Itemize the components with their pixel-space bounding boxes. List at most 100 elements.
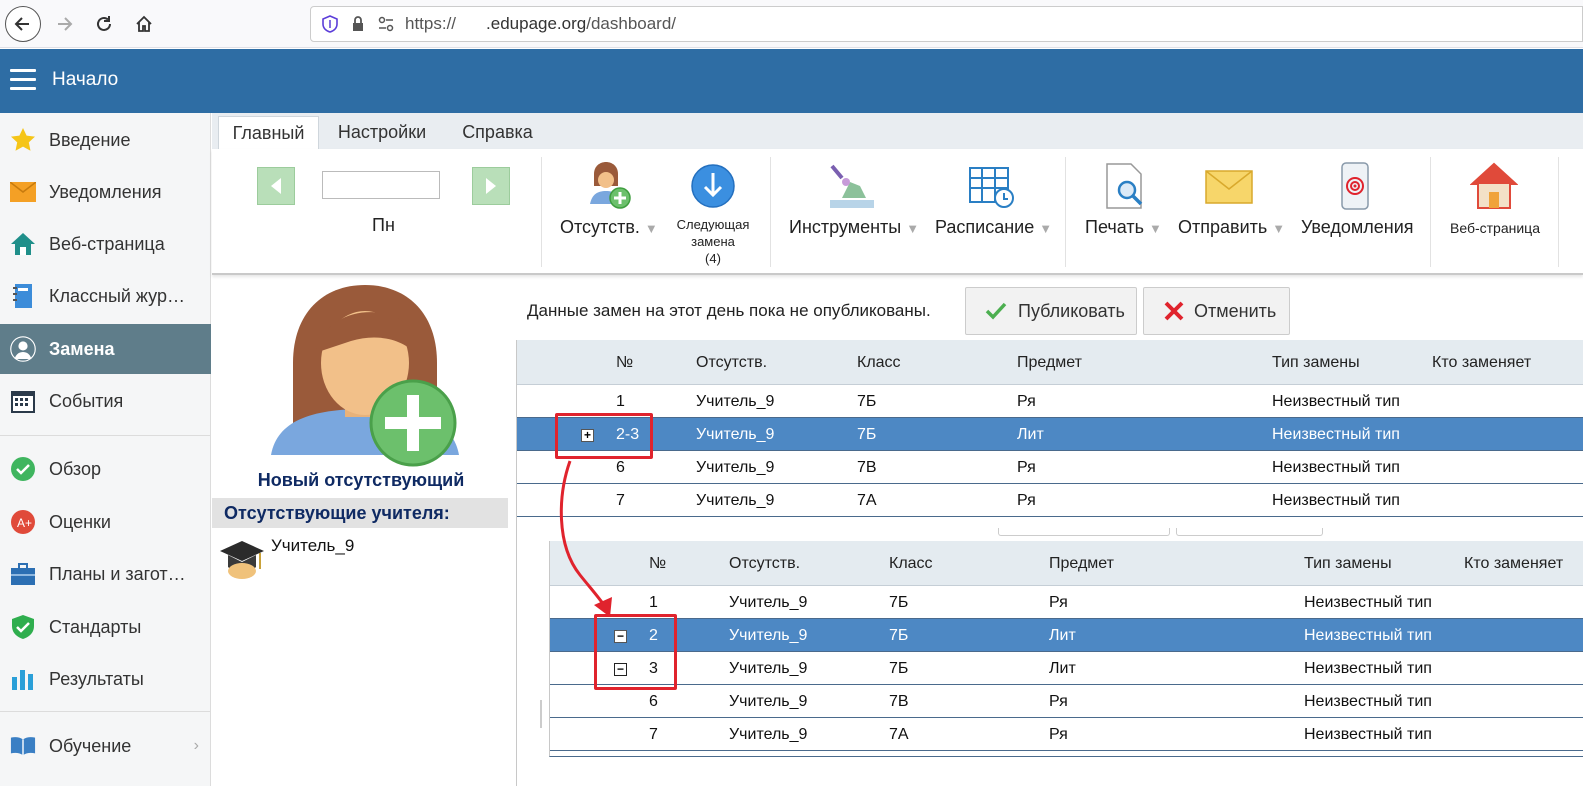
absent-teacher-item[interactable]: Учитель_9 xyxy=(216,533,506,583)
sidebar-item-label: Замена xyxy=(49,338,115,359)
cell-number: 1 xyxy=(616,393,625,410)
table-row[interactable]: 6 Учитель_9 7В Ря Неизвестный тип xyxy=(550,685,1583,718)
url-domain: .edupage.org xyxy=(486,14,587,33)
day-label: Пн xyxy=(372,215,395,235)
cancel-button[interactable]: Отменить xyxy=(1143,287,1290,335)
hidden-button-edge xyxy=(998,528,1170,536)
print-menu-button[interactable]: Печать ▼ xyxy=(1085,217,1162,238)
prev-day-button[interactable] xyxy=(257,167,295,205)
column-absent[interactable]: Отсутств. xyxy=(729,555,800,573)
cell-class: 7В xyxy=(857,459,877,476)
column-class[interactable]: Класс xyxy=(889,555,933,573)
arrow-right-icon xyxy=(486,178,496,194)
tools-icon[interactable] xyxy=(826,162,878,210)
book-icon xyxy=(10,733,36,759)
add-absent-icon[interactable] xyxy=(582,160,634,212)
webpage-house-icon[interactable] xyxy=(1470,162,1518,210)
notifications-ribbon-button[interactable]: Уведомления xyxy=(1301,217,1414,238)
tab-help[interactable]: Справка xyxy=(450,116,545,149)
table-row[interactable]: 7 Учитель_9 7А Ря Неизвестный тип xyxy=(517,484,1583,517)
annotation-box-merged-row xyxy=(555,413,653,459)
sidebar-item-notifications[interactable]: Уведомления xyxy=(0,167,211,217)
schedule-menu-button[interactable]: Расписание ▼ xyxy=(935,217,1052,238)
tab-settings[interactable]: Настройки xyxy=(327,116,437,149)
cell-absent: Учитель_9 xyxy=(729,627,808,644)
table-row[interactable]: 6 Учитель_9 7В Ря Неизвестный тип xyxy=(517,451,1583,484)
new-absent-avatar[interactable] xyxy=(263,283,463,473)
column-subject[interactable]: Предмет xyxy=(1017,354,1082,372)
permissions-icon xyxy=(378,16,394,32)
annotation-arrow xyxy=(559,460,612,617)
browser-toolbar: https:// .edupage.org/dashboard/ xyxy=(0,0,1583,48)
table-row[interactable]: 1 Учитель_9 7Б Ря Неизвестный тип xyxy=(517,385,1583,418)
absent-menu-button[interactable]: Отсутств. ▼ xyxy=(560,217,658,238)
cell-subject: Ря xyxy=(1017,492,1036,509)
column-number[interactable]: № xyxy=(649,555,666,573)
table-row[interactable]: 7 Учитель_9 7А Ря Неизвестный тип xyxy=(550,718,1583,751)
table-row[interactable]: − 3 Учитель_9 7Б Лит Неизвестный тип xyxy=(550,652,1583,685)
table-row-selected[interactable]: + 2-3 Учитель_9 7Б Лит Неизвестный тип xyxy=(517,418,1583,451)
ribbon-toolbar xyxy=(212,149,1583,275)
sidebar-divider xyxy=(0,435,211,436)
sidebar-item-intro[interactable]: Введение xyxy=(0,115,211,165)
substitutions-table: № Отсутств. Класс Предмет Тип замены Кто… xyxy=(516,340,1583,520)
cell-absent: Учитель_9 xyxy=(696,426,775,443)
scroll-edge xyxy=(540,700,542,728)
sidebar-item-standards[interactable]: Стандарты xyxy=(0,602,211,652)
schedule-icon[interactable] xyxy=(968,164,1016,210)
column-substitute[interactable]: Кто заменяет xyxy=(1464,555,1563,573)
column-type[interactable]: Тип замены xyxy=(1304,555,1392,573)
publish-label: Публиковать xyxy=(1018,300,1125,321)
svg-text:A+: A+ xyxy=(17,516,32,530)
sidebar-divider xyxy=(0,711,211,712)
publish-button[interactable]: Публиковать xyxy=(965,287,1137,335)
column-type[interactable]: Тип замены xyxy=(1272,354,1360,372)
url-path: /dashboard/ xyxy=(586,14,677,33)
column-absent[interactable]: Отсутств. xyxy=(696,354,767,372)
sidebar-item-webpage[interactable]: Веб-страница xyxy=(0,219,211,269)
sidebar-item-substitution[interactable]: Замена xyxy=(0,324,211,374)
table-row[interactable]: 1 Учитель_9 7Б Ря Неизвестный тип xyxy=(550,586,1583,619)
tools-menu-button[interactable]: Инструменты ▼ xyxy=(789,217,919,238)
cell-type: Неизвестный тип xyxy=(1272,426,1400,443)
next-substitution-icon[interactable] xyxy=(690,163,736,209)
grades-icon: A+ xyxy=(10,509,36,535)
sidebar-item-plans[interactable]: Планы и загот… xyxy=(0,549,211,599)
sidebar-item-overview[interactable]: Обзор xyxy=(0,444,211,494)
table-row-selected[interactable]: − 2 Учитель_9 7Б Лит Неизвестный тип xyxy=(550,619,1583,652)
cell-class: 7Б xyxy=(889,627,909,644)
ribbon-divider xyxy=(541,157,542,267)
sidebar-item-journal[interactable]: Классный жур… xyxy=(0,271,211,321)
dropdown-arrow-icon: ▼ xyxy=(644,221,658,236)
menu-icon[interactable] xyxy=(10,69,36,91)
tab-main[interactable]: Главный xyxy=(218,116,319,149)
home-icon[interactable] xyxy=(126,6,162,42)
send-envelope-icon[interactable] xyxy=(1205,170,1253,204)
absent-label: Отсутств. xyxy=(560,217,640,237)
address-bar[interactable]: https:// .edupage.org/dashboard/ xyxy=(310,6,1583,42)
date-input[interactable] xyxy=(322,171,440,199)
sidebar-item-learning[interactable]: Обучение › xyxy=(0,721,211,771)
send-menu-button[interactable]: Отправить ▼ xyxy=(1178,217,1285,238)
person-icon xyxy=(10,336,36,362)
reload-icon[interactable] xyxy=(86,6,122,42)
forward-icon[interactable] xyxy=(46,6,82,42)
next-day-button[interactable] xyxy=(472,167,510,205)
new-absent-label[interactable]: Новый отсутствующий xyxy=(216,470,506,491)
sidebar-item-events[interactable]: События xyxy=(0,376,211,426)
column-number[interactable]: № xyxy=(616,354,633,372)
sidebar-item-grades[interactable]: A+ Оценки xyxy=(0,497,211,547)
cell-class: 7В xyxy=(889,693,909,710)
next-substitution-label[interactable]: Следующая замена (4) xyxy=(668,216,758,267)
column-subject[interactable]: Предмет xyxy=(1049,555,1114,573)
phone-notifications-icon[interactable] xyxy=(1340,162,1370,210)
cell-type: Неизвестный тип xyxy=(1304,627,1432,644)
annotation-box-split-rows xyxy=(594,614,677,690)
column-class[interactable]: Класс xyxy=(857,354,901,372)
print-icon[interactable] xyxy=(1103,162,1147,210)
webpage-ribbon-button[interactable]: Веб-страница xyxy=(1446,220,1544,237)
sidebar-item-results[interactable]: Результаты xyxy=(0,654,211,704)
column-substitute[interactable]: Кто заменяет xyxy=(1432,354,1531,372)
back-icon[interactable] xyxy=(5,6,41,42)
page-title: Начало xyxy=(52,69,119,90)
